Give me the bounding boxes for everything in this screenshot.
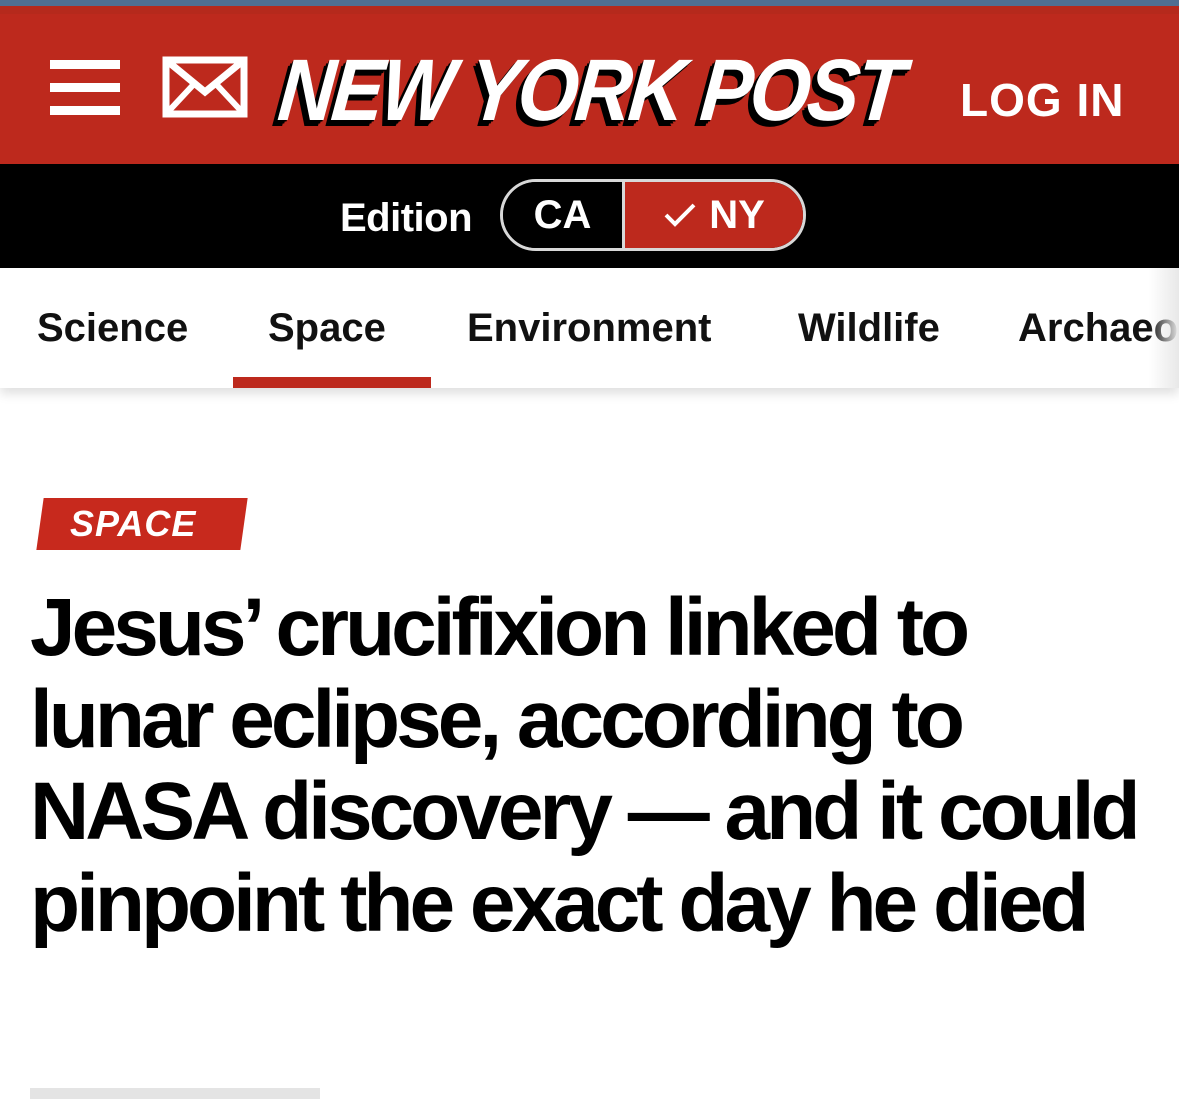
section-nav: Science Space Environment Wildlife Archa…: [0, 268, 1179, 388]
envelope-icon[interactable]: [162, 56, 248, 118]
byline-cutoff: [30, 1088, 320, 1099]
nav-item-environment[interactable]: Environment: [467, 300, 711, 356]
edition-bar: Edition CA NY: [0, 164, 1179, 268]
checkmark-icon: [664, 203, 696, 227]
active-nav-indicator: [233, 377, 431, 388]
article-headline: Jesus’ crucifixion linked to lunar eclip…: [30, 582, 1141, 949]
edition-label: Edition: [340, 196, 473, 240]
logo-text: NEW YORK POST: [274, 40, 907, 139]
login-button[interactable]: LOG IN: [960, 70, 1124, 130]
edition-option-ca-label: CA: [533, 192, 592, 237]
edition-toggle[interactable]: CA NY: [500, 179, 806, 251]
edition-option-ca[interactable]: CA: [503, 182, 625, 248]
edition-option-ny[interactable]: NY: [625, 182, 803, 248]
nav-item-science[interactable]: Science: [37, 300, 188, 356]
browser-top-strip: [0, 0, 1179, 14]
masthead: NEW YORK POST LOG IN: [0, 14, 1179, 164]
nav-item-wildlife[interactable]: Wildlife: [798, 300, 940, 356]
new-york-post-logo[interactable]: NEW YORK POST: [274, 34, 906, 146]
nav-item-space[interactable]: Space: [268, 300, 386, 356]
section-tag-label: SPACE: [70, 503, 197, 544]
nav-scroll-fade: [1149, 268, 1179, 388]
section-tag-space[interactable]: SPACE: [36, 498, 248, 550]
edition-option-ny-label: NY: [709, 192, 765, 237]
hamburger-menu-icon[interactable]: [50, 58, 122, 118]
